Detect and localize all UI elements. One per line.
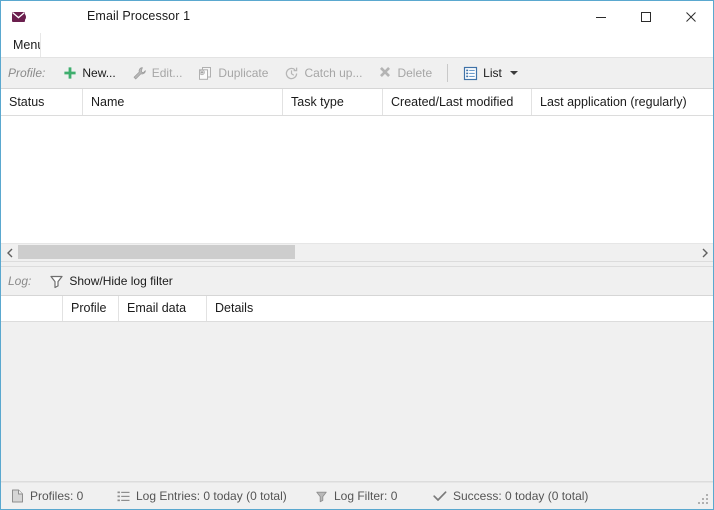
plus-icon [63,66,77,80]
status-log-filter-label: Log Filter: 0 [334,489,398,503]
chevron-right-icon[interactable] [696,244,713,261]
log-column-header-blank[interactable] [1,296,63,321]
envelope-icon [7,1,33,33]
hscrollbar-thumb[interactable] [18,245,295,259]
edit-profile-button[interactable]: Edit... [124,62,191,85]
status-success-label: Success: 0 today (0 total) [453,489,589,503]
column-header-task-type[interactable]: Task type [283,89,383,115]
menu-bar-filler [40,33,713,57]
log-column-header-profile[interactable]: Profile [63,296,119,321]
status-log-filter: Log Filter: 0 [305,489,423,503]
window-controls [578,1,713,33]
status-success: Success: 0 today (0 total) [423,489,663,503]
maximize-icon[interactable] [623,1,668,33]
status-log-entries-label: Log Entries: 0 today (0 total) [136,489,287,503]
status-profiles: Profiles: 0 [1,489,107,503]
delete-profile-button[interactable]: Delete [370,62,440,84]
funnel-icon [315,490,328,503]
catch-up-button[interactable]: Catch up... [276,62,370,85]
minimize-icon[interactable] [578,1,623,33]
edit-profile-label: Edit... [151,66,183,80]
lines-icon [117,490,130,503]
catch-up-label: Catch up... [304,66,363,80]
list-icon [463,66,478,81]
page-icon [11,489,24,503]
clock-icon [284,66,299,81]
column-header-created[interactable]: Created/Last modified [383,89,532,115]
log-column-header-details[interactable]: Details [207,296,713,321]
chevron-left-icon[interactable] [1,244,18,261]
window-title: Email Processor 1 [87,9,191,23]
log-column-header-email-data[interactable]: Email data [119,296,207,321]
log-toolbar-label: Log: [8,274,32,288]
wrench-icon [132,66,147,81]
show-hide-log-filter-label: Show/Hide log filter [69,274,173,288]
duplicate-profile-label: Duplicate [218,66,269,80]
check-icon [433,490,447,503]
log-list-pane: Profile Email data Details [1,296,713,482]
close-icon[interactable] [668,1,713,33]
application-window: Email Processor 1 Menu Profile: New... E… [0,0,714,510]
x-icon [378,66,392,80]
funnel-icon [49,274,64,289]
column-header-status[interactable]: Status [1,89,83,115]
duplicate-icon [198,66,213,81]
list-view-label: List [483,66,502,80]
new-profile-label: New... [82,66,116,80]
profile-list-body[interactable] [1,116,713,243]
profile-list-hscrollbar[interactable] [1,243,713,261]
column-header-last-application[interactable]: Last application (regularly) [532,89,713,115]
status-bar: Profiles: 0 Log Entries: 0 today (0 tota… [1,482,713,509]
status-log-entries: Log Entries: 0 today (0 total) [107,489,305,503]
profile-list-pane: Status Name Task type Created/Last modif… [1,89,713,261]
status-profiles-label: Profiles: 0 [30,489,84,503]
resize-grip[interactable] [698,494,710,506]
profile-toolbar: Profile: New... Edit... Duplicate Catch … [1,57,713,89]
column-header-name[interactable]: Name [83,89,283,115]
duplicate-profile-button[interactable]: Duplicate [190,62,276,85]
new-profile-button[interactable]: New... [55,62,123,84]
profile-toolbar-label: Profile: [8,66,46,80]
list-view-button[interactable]: List [455,62,526,85]
log-list-header: Profile Email data Details [1,296,713,322]
hscrollbar-track[interactable] [18,244,696,261]
title-bar: Email Processor 1 [1,1,713,33]
log-list-body[interactable] [1,322,713,482]
toolbar-separator [447,64,449,82]
chevron-down-icon[interactable] [509,71,518,75]
profile-list-header: Status Name Task type Created/Last modif… [1,89,713,116]
log-toolbar: Log: Show/Hide log filter [1,267,713,296]
delete-profile-label: Delete [397,66,433,80]
menu-bar: Menu [1,33,713,57]
show-hide-log-filter-button[interactable]: Show/Hide log filter [41,270,180,293]
